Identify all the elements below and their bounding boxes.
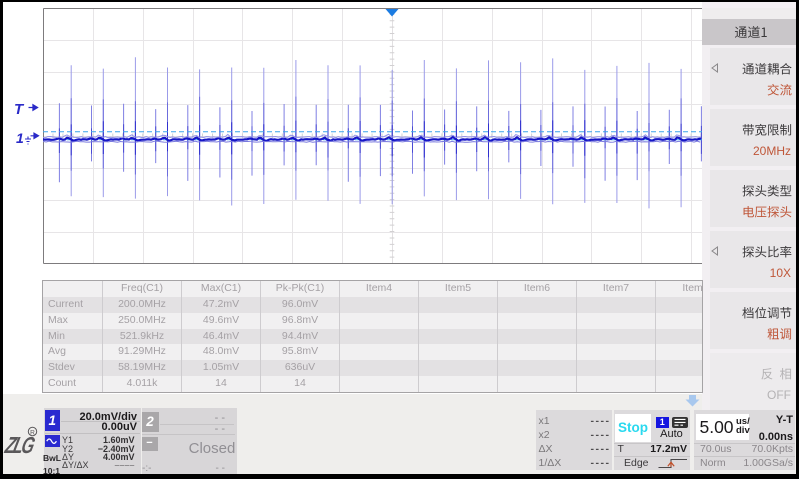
svg-text:ZLG: ZLG xyxy=(2,434,38,459)
svg-text:1: 1 xyxy=(16,130,24,146)
svg-text:R: R xyxy=(30,430,35,437)
svg-text:T: T xyxy=(14,101,25,118)
